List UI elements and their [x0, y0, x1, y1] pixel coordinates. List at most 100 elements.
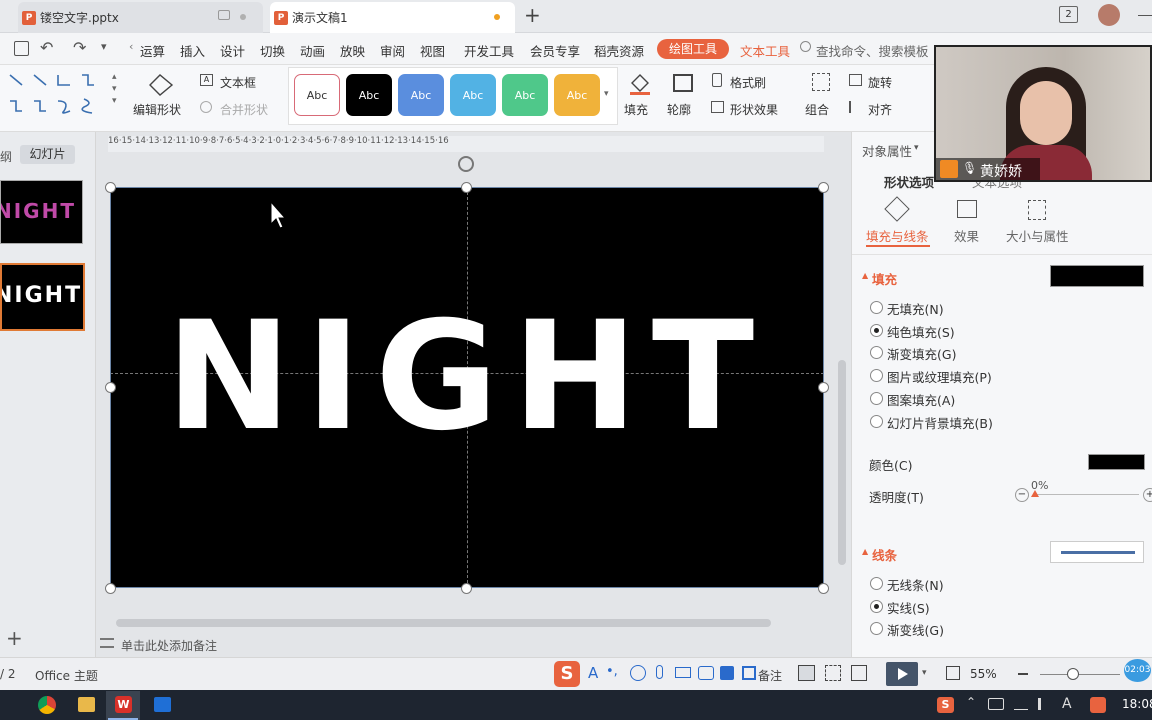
fill-radio-4[interactable]	[870, 369, 883, 383]
menu-item-review[interactable]: 审阅	[380, 41, 405, 60]
shape-style-4[interactable]: Abc	[450, 74, 496, 116]
subtab-fill-line[interactable]: 填充与线条	[866, 226, 929, 245]
scroll-left-icon[interactable]: ‹	[129, 40, 133, 53]
notes-placeholder[interactable]: 单击此处添加备注	[121, 637, 217, 654]
resize-handle-tc[interactable]	[461, 182, 472, 193]
tray-icon[interactable]	[988, 698, 1004, 710]
shape-style-1[interactable]: Abc	[294, 74, 340, 116]
tab-slides[interactable]: 幻灯片	[20, 145, 75, 164]
ime-tray-icon[interactable]: A	[1062, 696, 1072, 712]
search-icon[interactable]	[800, 41, 811, 52]
transparency-increase-button[interactable]: +	[1143, 488, 1152, 502]
menu-item-animation[interactable]: 动画	[300, 41, 325, 60]
emoji-icon[interactable]	[630, 665, 646, 681]
zoom-out-button[interactable]	[1018, 673, 1028, 675]
align-button[interactable]: 对齐	[868, 101, 892, 118]
shape-style-5[interactable]: Abc	[502, 74, 548, 116]
file-explorer-icon[interactable]	[78, 697, 95, 712]
group-button[interactable]: 组合	[805, 101, 829, 118]
slide-canvas[interactable]: NIGHT	[110, 187, 824, 588]
resize-handle-bl[interactable]	[105, 583, 116, 594]
sogou-input-icon[interactable]: S	[554, 661, 580, 687]
resize-handle-bc[interactable]	[461, 583, 472, 594]
fill-radio-1[interactable]	[870, 301, 883, 314]
keyboard-icon[interactable]	[675, 667, 691, 678]
edit-shape-button[interactable]: 编辑形状	[133, 101, 181, 118]
menu-item-design[interactable]: 设计	[220, 41, 245, 60]
shape-style-6[interactable]: Abc	[554, 74, 600, 116]
menu-item-member[interactable]: 会员专享	[530, 41, 580, 60]
meeting-app-icon[interactable]	[154, 697, 171, 712]
play-slideshow-button[interactable]	[886, 662, 918, 686]
fill-radio-6[interactable]	[870, 414, 883, 428]
shape-effect-button[interactable]: 形状效果	[730, 101, 778, 118]
fit-window-icon[interactable]	[946, 666, 960, 680]
resize-handle-tl[interactable]	[105, 182, 116, 193]
subtab-size-properties[interactable]: 大小与属性	[1006, 226, 1069, 245]
menu-item-developer[interactable]: 开发工具	[464, 41, 514, 60]
fill-color-dropdown[interactable]	[1050, 265, 1144, 287]
save-icon[interactable]	[14, 41, 29, 56]
merge-shape-button[interactable]: 合并形状	[220, 101, 268, 118]
textbox-button[interactable]: 文本框	[220, 74, 256, 91]
sogou-tray-icon[interactable]: S	[937, 697, 954, 713]
toolbox-icon[interactable]	[698, 666, 714, 680]
fill-option-label[interactable]: 纯色填充(S)	[887, 322, 955, 341]
style-gallery-more-icon[interactable]: ▾	[604, 89, 609, 99]
volume-icon[interactable]	[1038, 698, 1048, 710]
tab-presentation1[interactable]: P 演示文稿1	[270, 2, 515, 33]
voice-input-icon[interactable]	[656, 665, 663, 679]
panel-title-dropdown-icon[interactable]: ▾	[914, 143, 919, 153]
line-option-label[interactable]: 渐变线(G)	[887, 620, 944, 639]
subtab-effects[interactable]: 效果	[954, 226, 979, 245]
user-avatar[interactable]	[1098, 4, 1120, 26]
skin-icon[interactable]	[720, 666, 734, 680]
fill-radio-2[interactable]	[870, 323, 883, 337]
shape-style-2[interactable]: Abc	[346, 74, 392, 116]
sogou-tray-icon-2[interactable]	[1090, 697, 1106, 713]
reading-view-icon[interactable]	[851, 665, 867, 681]
theme-name[interactable]: Office 主题	[35, 667, 98, 684]
format-painter-button[interactable]: 格式刷	[730, 74, 766, 91]
zoom-slider[interactable]	[1040, 674, 1120, 675]
fill-option-label[interactable]: 无填充(N)	[887, 299, 944, 318]
tab-text-tools[interactable]: 文本工具	[740, 41, 790, 60]
line-option-label[interactable]: 实线(S)	[887, 598, 930, 617]
resize-handle-mr[interactable]	[818, 382, 829, 393]
tab-drawing-tools[interactable]: 绘图工具	[657, 39, 729, 59]
play-dropdown-icon[interactable]: ▾	[922, 668, 927, 678]
fill-option-label[interactable]: 图片或纹理填充(P)	[887, 367, 992, 386]
transparency-slider[interactable]	[1034, 494, 1139, 495]
horizontal-scrollbar[interactable]	[116, 619, 771, 627]
rotate-handle-icon[interactable]	[458, 156, 474, 172]
collapse-fill-icon[interactable]: ▲	[862, 271, 868, 280]
menu-item-insert[interactable]: 插入	[180, 41, 205, 60]
redo-icon[interactable]: ↷	[73, 38, 86, 57]
slide-thumbnail-2[interactable]: NIGHT	[0, 263, 85, 331]
tray-expand-icon[interactable]: ⌃	[966, 695, 976, 709]
resize-handle-br[interactable]	[818, 583, 829, 594]
tab-hollow-text[interactable]: P 镂空文字.pptx	[18, 2, 263, 33]
fill-radio-3[interactable]	[870, 346, 883, 360]
menu-item-slideshow[interactable]: 放映	[340, 41, 365, 60]
collapse-line-icon[interactable]: ▲	[862, 547, 868, 556]
quick-access-dropdown-icon[interactable]: ▾	[101, 40, 107, 53]
fill-option-label[interactable]: 图案填充(A)	[887, 390, 955, 409]
gallery-scroll-icon[interactable]: ▴ ▾ ▾	[112, 71, 117, 107]
zoom-slider-thumb[interactable]	[1067, 668, 1079, 680]
resize-handle-ml[interactable]	[105, 382, 116, 393]
minimize-icon[interactable]	[1138, 15, 1152, 16]
add-slide-button[interactable]: +	[6, 626, 23, 650]
fill-option-label[interactable]: 渐变填充(G)	[887, 344, 956, 363]
undo-icon[interactable]: ↶	[40, 38, 53, 57]
ime-mode-icon[interactable]: A	[588, 664, 598, 682]
new-tab-button[interactable]: +	[524, 3, 541, 27]
normal-view-icon[interactable]	[798, 665, 815, 681]
grid-menu-icon[interactable]	[742, 666, 756, 680]
menu-item-ops[interactable]: 运算	[140, 41, 165, 60]
search-input[interactable]: 查找命令、搜索模板	[816, 41, 928, 60]
vertical-scrollbar[interactable]	[838, 360, 846, 565]
shape-style-3[interactable]: Abc	[398, 74, 444, 116]
tab-outline[interactable]: 纲	[0, 148, 12, 165]
menu-item-view[interactable]: 视图	[420, 41, 445, 60]
